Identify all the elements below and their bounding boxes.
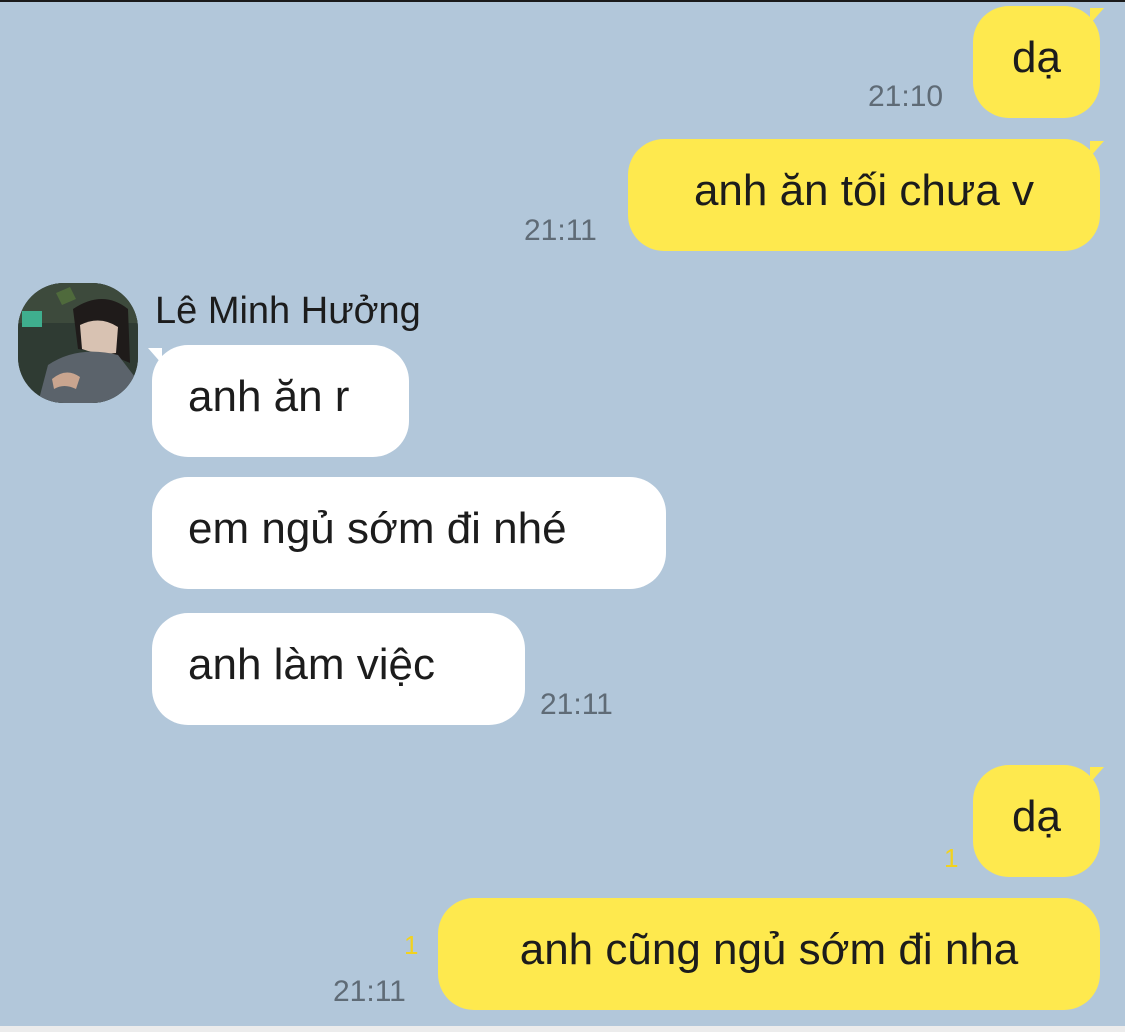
their-message-bubble[interactable]: anh ăn r [152,345,409,457]
message-text: dạ [1012,33,1061,82]
their-message-bubble[interactable]: anh làm việc [152,613,525,725]
message-time: 21:11 [524,214,597,247]
my-message-bubble[interactable]: dạ [973,765,1100,877]
my-message-bubble[interactable]: dạ [973,6,1100,118]
message-text: dạ [1012,792,1061,841]
their-message-bubble[interactable]: em ngủ sớm đi nhé [152,477,666,589]
sender-name: Lê Minh Hưởng [155,290,421,332]
bubble-tail [1090,767,1104,783]
avatar-photo-icon [18,283,138,403]
unread-count: 1 [404,930,419,960]
message-text: anh ăn r [188,372,350,421]
my-message-bubble[interactable]: anh cũng ngủ sớm đi nha [438,898,1100,1010]
message-time: 21:11 [540,688,613,721]
message-time: 21:10 [868,80,944,113]
bottom-edge [0,1026,1125,1032]
unread-count: 1 [944,843,959,873]
message-text: anh làm việc [188,640,436,689]
top-edge [0,0,1125,2]
contact-avatar[interactable] [18,283,138,403]
my-message-bubble[interactable]: anh ăn tối chưa v [628,139,1100,251]
message-text: em ngủ sớm đi nhé [188,504,567,553]
message-text: anh cũng ngủ sớm đi nha [519,925,1019,974]
bubble-tail [1090,141,1104,157]
message-time: 21:11 [333,975,406,1008]
bubble-tail [1090,8,1104,24]
message-text: anh ăn tối chưa v [693,166,1035,215]
